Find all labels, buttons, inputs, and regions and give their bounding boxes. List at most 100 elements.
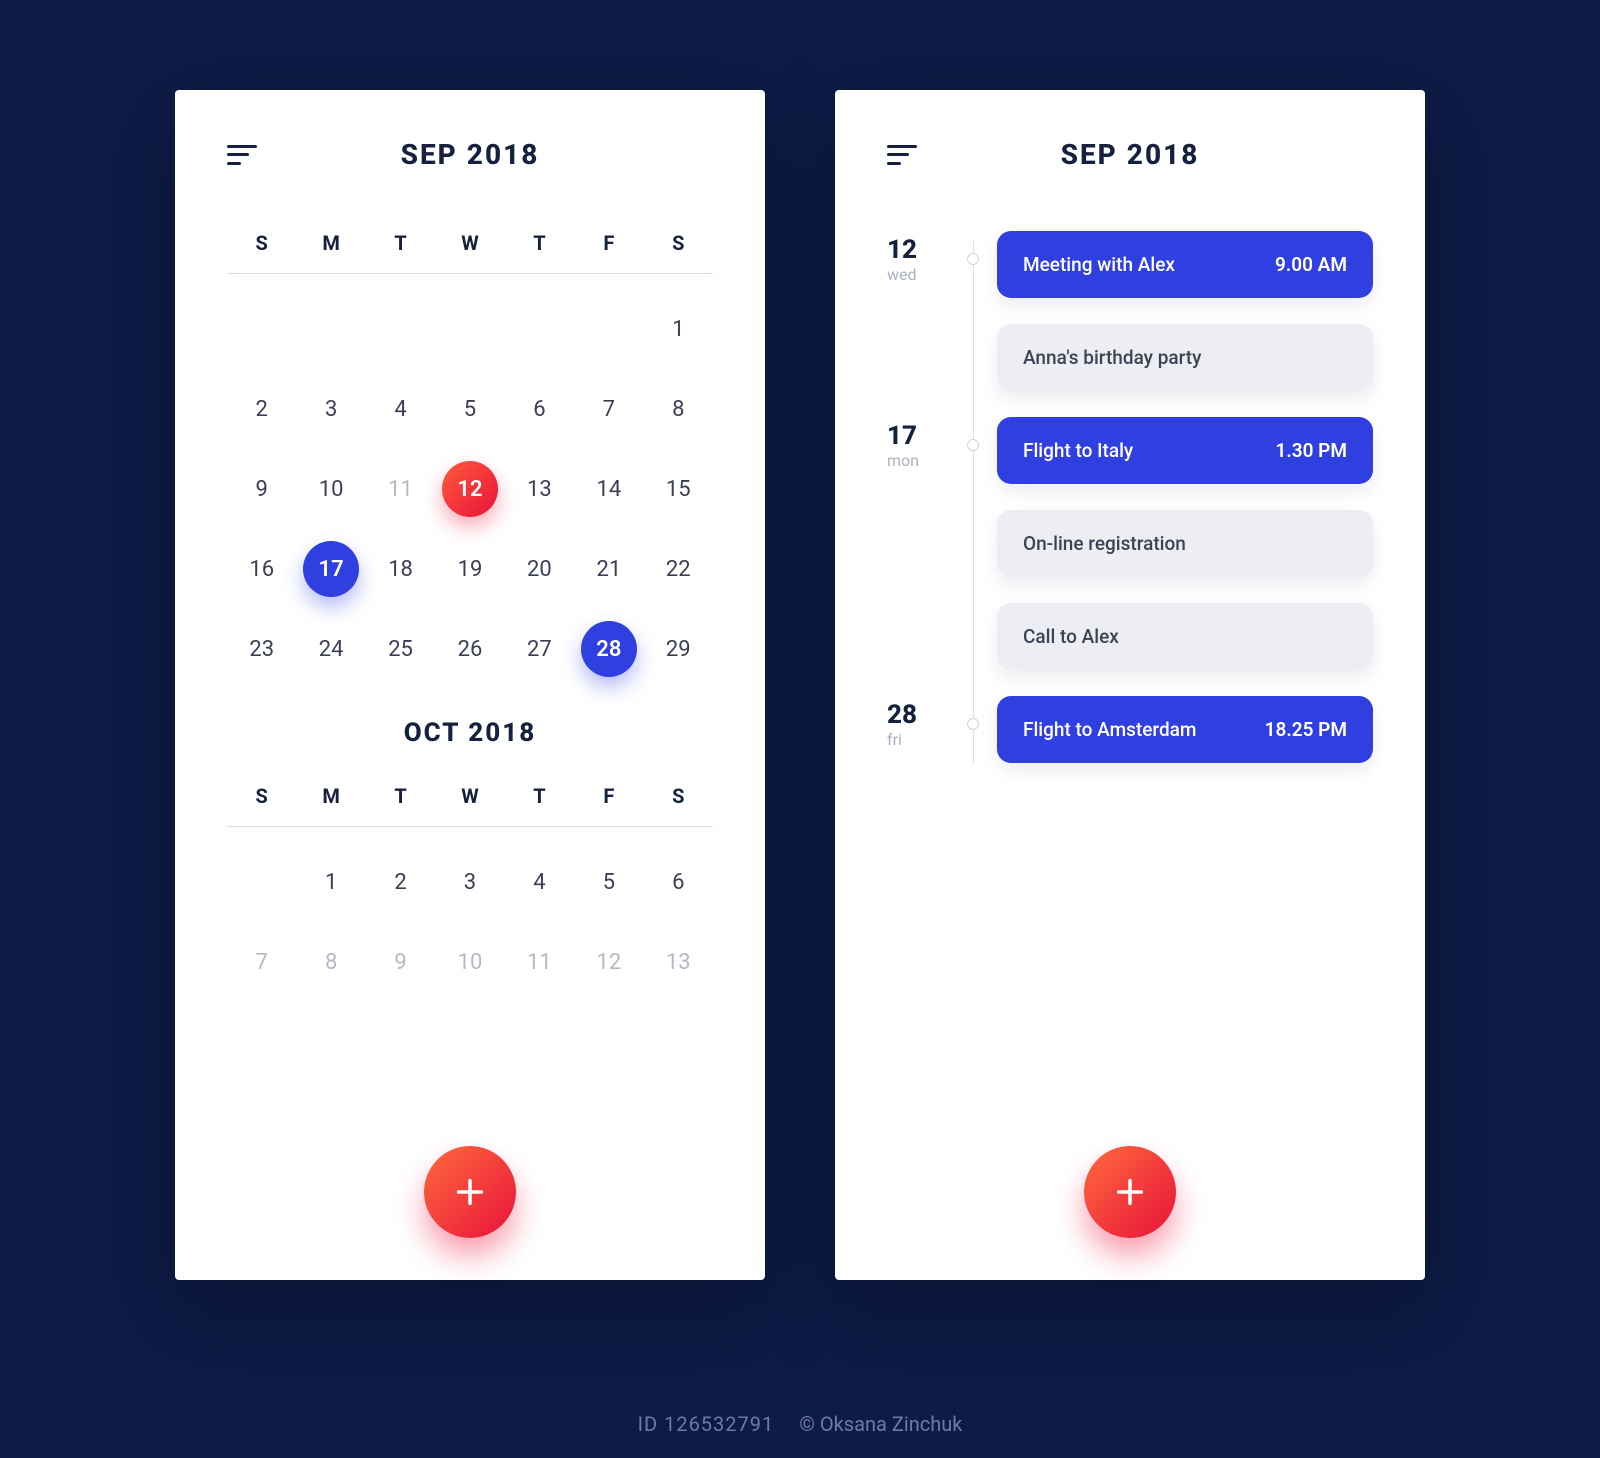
event-card[interactable]: Flight to Italy 1.30 PM [997,417,1373,484]
weekday-label: S [644,784,713,808]
calendar-day[interactable]: 26 [435,620,504,678]
calendar-day[interactable]: 12 [435,460,504,518]
agenda-day-name: fri [887,730,967,749]
timeline-node [967,253,979,265]
calendar-day[interactable]: 11 [505,933,574,991]
calendar-day[interactable]: 22 [644,540,713,598]
event-card[interactable]: On-line registration [997,510,1373,577]
event-title: Flight to Italy [1023,439,1133,462]
calendar-day[interactable]: 11 [366,460,435,518]
weekday-label: T [505,784,574,808]
month-title: OCT 2018 [227,718,713,748]
calendar-day[interactable]: 8 [644,380,713,438]
day-marker: 17 [303,541,359,597]
calendar-day [435,300,504,358]
calendar-day[interactable]: 14 [574,460,643,518]
calendar-day[interactable]: 3 [435,853,504,911]
agenda-day-name: wed [887,265,967,284]
calendar-day[interactable]: 5 [574,853,643,911]
calendar-day[interactable]: 6 [644,853,713,911]
event-card[interactable]: Anna's birthday party [997,324,1373,391]
weekday-label: M [296,231,365,255]
weekday-label: W [435,784,504,808]
agenda-slot: Call to Alex [887,603,1373,670]
calendar-day[interactable]: 2 [227,380,296,438]
month-block: OCT 2018SMTWTFS12345678910111213 [227,718,713,991]
weekday-header: SMTWTFS [227,231,713,274]
calendar-day[interactable]: 4 [366,380,435,438]
month-block: SMTWTFS123456789101112131415161718192021… [227,231,713,678]
agenda-slot: 17monFlight to Italy1.30 PM [887,417,1373,484]
calendar-day[interactable]: 8 [296,933,365,991]
calendar-screen: SEP 2018 SMTWTFS123456789101112131415161… [175,90,765,1280]
agenda-day-number: 28 [887,702,967,728]
week-row: 78910111213 [227,933,713,991]
agenda-screen: SEP 2018 12wedMeeting with Alex9.00 AMAn… [835,90,1425,1280]
calendar-day[interactable]: 25 [366,620,435,678]
calendar-day[interactable]: 16 [227,540,296,598]
timeline-node [967,439,979,451]
plus-icon [453,1175,487,1209]
calendar-day[interactable]: 9 [227,460,296,518]
event-card[interactable]: Flight to Amsterdam18.25 PM [997,696,1373,763]
add-event-button[interactable] [424,1146,516,1238]
calendar-day[interactable]: 10 [296,460,365,518]
event-time: 9.00 AM [1275,253,1347,276]
calendar-day[interactable]: 18 [366,540,435,598]
calendar-day [227,300,296,358]
event-title: Anna's birthday party [1023,346,1201,369]
calendar-day[interactable]: 13 [505,460,574,518]
event-title: Flight to Amsterdam [1023,718,1196,741]
watermark: ID 126532791 © Oksana Zinchuk [0,1412,1600,1436]
calendar-day[interactable]: 17 [296,540,365,598]
calendar-day[interactable]: 15 [644,460,713,518]
agenda-slot: 28 fri Flight to Amsterdam18.25 PM [887,696,1373,763]
calendar-day[interactable]: 10 [435,933,504,991]
calendar-day[interactable]: 28 [574,620,643,678]
calendar-day[interactable]: 24 [296,620,365,678]
event-card[interactable]: Meeting with Alex9.00 AM [997,231,1373,298]
event-time: 1.30 PM [1275,439,1347,462]
calendar-day[interactable]: 20 [505,540,574,598]
agenda-slot: Anna's birthday party [887,324,1373,391]
calendar-day[interactable]: 23 [227,620,296,678]
week-row: 23242526272829 [227,620,713,678]
calendar-day[interactable]: 12 [574,933,643,991]
weekday-label: S [227,784,296,808]
weekday-label: S [644,231,713,255]
weekday-label: T [366,784,435,808]
calendar-day[interactable]: 29 [644,620,713,678]
calendar-day[interactable]: 6 [505,380,574,438]
agenda-day-name: mon [887,451,967,470]
timeline-node [967,718,979,730]
week-row: 123456 [227,853,713,911]
week-row: 16171819202122 [227,540,713,598]
weekday-label: W [435,231,504,255]
calendar-day[interactable]: 21 [574,540,643,598]
calendar-day [296,300,365,358]
weekday-label: F [574,231,643,255]
calendar-day[interactable]: 1 [644,300,713,358]
calendar-day[interactable]: 4 [505,853,574,911]
agenda-slot: 12wedMeeting with Alex9.00 AM [887,231,1373,298]
watermark-author: © Oksana Zinchuk [799,1412,962,1436]
calendar-day [227,853,296,911]
calendar-day[interactable]: 7 [227,933,296,991]
agenda-date: 28 fri [887,696,967,749]
calendar-day[interactable]: 9 [366,933,435,991]
timeline-line [973,241,974,763]
calendar-day[interactable]: 7 [574,380,643,438]
calendar-day[interactable]: 3 [296,380,365,438]
calendar-day[interactable]: 27 [505,620,574,678]
calendar-day[interactable]: 1 [296,853,365,911]
add-event-button[interactable] [1084,1146,1176,1238]
event-title: On-line registration [1023,532,1186,555]
weekday-header: SMTWTFS [227,784,713,827]
screen-title: SEP 2018 [227,138,713,171]
event-card[interactable]: Call to Alex [997,603,1373,670]
weekday-label: T [366,231,435,255]
calendar-day[interactable]: 13 [644,933,713,991]
calendar-day[interactable]: 2 [366,853,435,911]
calendar-day[interactable]: 5 [435,380,504,438]
calendar-day[interactable]: 19 [435,540,504,598]
